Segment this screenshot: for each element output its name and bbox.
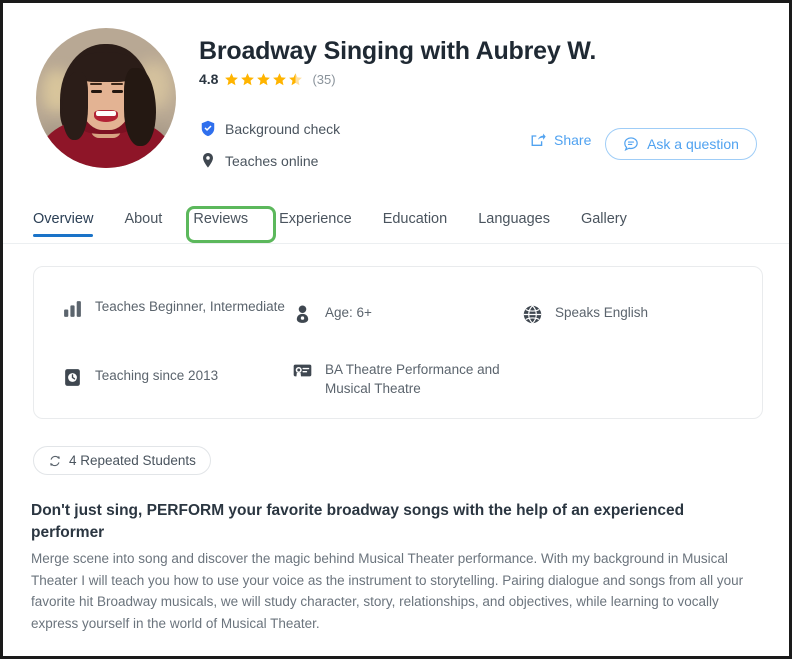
rating-count: (35) xyxy=(312,71,336,87)
info-age-label: Age: 6+ xyxy=(325,305,372,320)
avatar-eye-right xyxy=(112,90,123,93)
info-teaching-since-label: Teaching since 2013 xyxy=(95,368,219,383)
tab-divider xyxy=(3,243,789,244)
skill-level-icon xyxy=(64,301,81,317)
avatar-teeth xyxy=(96,111,116,116)
star-icon xyxy=(225,72,239,85)
description-title: Don't just sing, PERFORM your favorite b… xyxy=(31,502,685,541)
badge-background-check: Background check xyxy=(200,120,340,137)
certificate-icon xyxy=(293,364,312,379)
info-item-levels: Teaches Beginner, Intermediate xyxy=(62,297,285,319)
shield-check-icon xyxy=(201,120,215,137)
description-body: Merge scene into song and discover the m… xyxy=(31,551,744,631)
info-language-label: Speaks English xyxy=(555,305,649,320)
badge-label: Background check xyxy=(225,120,341,137)
chat-bubble-icon xyxy=(624,137,638,152)
info-item-age: Age: 6+ xyxy=(292,303,372,325)
tab-reviews[interactable]: Reviews xyxy=(193,211,248,237)
info-item-language: Speaks English xyxy=(522,303,648,325)
repeat-icon xyxy=(49,455,61,466)
person-icon xyxy=(296,305,309,323)
avatar-eye-left xyxy=(91,90,102,93)
clock-book-icon xyxy=(65,369,80,386)
badge-label: Teaches online xyxy=(225,152,319,169)
globe-icon xyxy=(523,304,542,325)
star-half-icon xyxy=(289,72,303,85)
star-icon xyxy=(257,72,271,85)
info-levels-label: Teaches Beginner, Intermediate xyxy=(95,299,285,314)
avatar-brow-right xyxy=(111,83,123,85)
avatar-hair-left xyxy=(62,72,88,140)
ask-label: Ask a question xyxy=(647,136,739,152)
rating-value: 4.8 xyxy=(199,71,219,87)
info-degree-label: BA Theatre Performance and Musical Theat… xyxy=(325,362,500,396)
badge-teaches-online: Teaches online xyxy=(200,152,318,169)
tab-overview[interactable]: Overview xyxy=(33,211,94,237)
tab-bar: Overview About Reviews Experience Educat… xyxy=(33,211,627,237)
ask-a-question-button[interactable]: Ask a question xyxy=(605,128,757,160)
info-item-teaching-since: Teaching since 2013 xyxy=(62,366,218,388)
star-icon xyxy=(273,72,287,85)
location-pin-icon xyxy=(203,153,213,168)
tab-education[interactable]: Education xyxy=(383,211,448,237)
tab-about[interactable]: About xyxy=(124,211,162,237)
rating: 4.8 (35) xyxy=(199,71,336,87)
tab-gallery[interactable]: Gallery xyxy=(581,211,627,237)
screenshot-frame: Broadway Singing with Aubrey W. 4.8 (35)… xyxy=(0,0,792,659)
share-icon xyxy=(531,133,546,147)
repeated-students-label: 4 Repeated Students xyxy=(69,453,196,468)
profile-page: Broadway Singing with Aubrey W. 4.8 (35)… xyxy=(3,3,789,656)
star-icon xyxy=(241,72,255,85)
avatar xyxy=(36,28,176,168)
info-item-degree: BA Theatre Performance and Musical Theat… xyxy=(292,360,515,398)
page-title: Broadway Singing with Aubrey W. xyxy=(199,37,597,65)
share-label: Share xyxy=(554,132,592,148)
tab-languages[interactable]: Languages xyxy=(478,211,550,237)
avatar-brow-left xyxy=(90,83,102,85)
tab-experience[interactable]: Experience xyxy=(279,211,352,237)
star-rating xyxy=(224,72,303,87)
repeated-students-badge[interactable]: 4 Repeated Students xyxy=(33,446,211,475)
info-card: Teaches Beginner, Intermediate Age: 6+ S… xyxy=(33,266,763,419)
share-button[interactable]: Share xyxy=(530,132,591,148)
